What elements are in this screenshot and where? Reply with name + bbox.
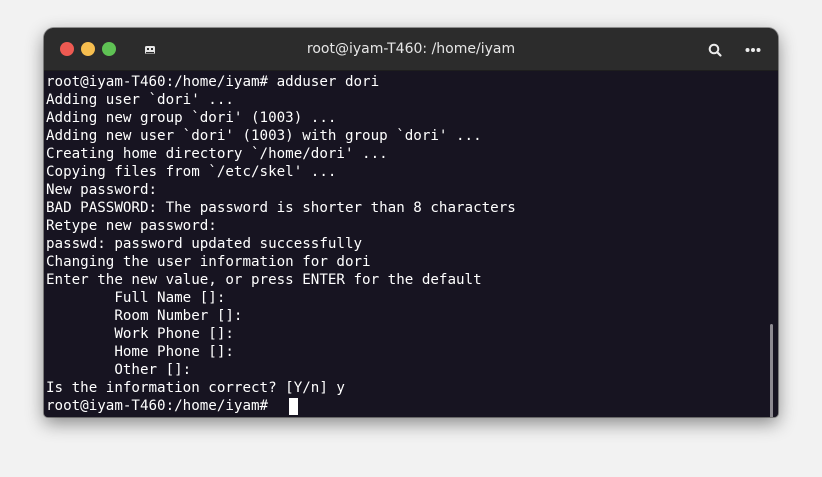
new-tab-icon[interactable] bbox=[142, 42, 158, 58]
terminal-line: Is the information correct? [Y/n] y bbox=[46, 380, 345, 396]
maximize-button[interactable] bbox=[102, 42, 116, 56]
title-bar[interactable]: root@iyam-T460: /home/iyam bbox=[44, 28, 778, 71]
terminal-line: Changing the user information for dori bbox=[46, 254, 371, 270]
minimize-button[interactable] bbox=[81, 42, 95, 56]
close-button[interactable] bbox=[60, 42, 74, 56]
search-icon[interactable] bbox=[704, 40, 726, 60]
terminal-line: New password: bbox=[46, 182, 158, 198]
terminal-line: Full Name []: bbox=[46, 290, 226, 306]
terminal-line: Adding user `dori' ... bbox=[46, 92, 234, 108]
terminal-line: Home Phone []: bbox=[46, 344, 234, 360]
terminal-line: Creating home directory `/home/dori' ... bbox=[46, 146, 388, 162]
terminal-window: root@iyam-T460: /home/iyam root@iyam-T46… bbox=[44, 28, 778, 417]
scrollbar[interactable] bbox=[770, 324, 773, 417]
terminal-line: Work Phone []: bbox=[46, 326, 234, 342]
terminal-line: Other []: bbox=[46, 362, 192, 378]
text-cursor bbox=[289, 398, 298, 415]
more-options-icon[interactable] bbox=[741, 40, 765, 60]
terminal-prompt-line: root@iyam-T460:/home/iyam# bbox=[46, 398, 277, 414]
terminal-line: Adding new group `dori' (1003) ... bbox=[46, 110, 337, 126]
terminal-line: root@iyam-T460:/home/iyam# adduser dori bbox=[46, 74, 380, 90]
terminal-line: Enter the new value, or press ENTER for … bbox=[46, 272, 482, 288]
terminal-line: Room Number []: bbox=[46, 308, 243, 324]
terminal-line: passwd: password updated successfully bbox=[46, 236, 363, 252]
terminal-line: Copying files from `/etc/skel' ... bbox=[46, 164, 337, 180]
terminal-output[interactable]: root@iyam-T460:/home/iyam# adduser dori … bbox=[44, 72, 778, 417]
terminal-line: BAD PASSWORD: The password is shorter th… bbox=[46, 200, 516, 216]
terminal-line: Adding new user `dori' (1003) with group… bbox=[46, 128, 482, 144]
terminal-line: Retype new password: bbox=[46, 218, 217, 234]
